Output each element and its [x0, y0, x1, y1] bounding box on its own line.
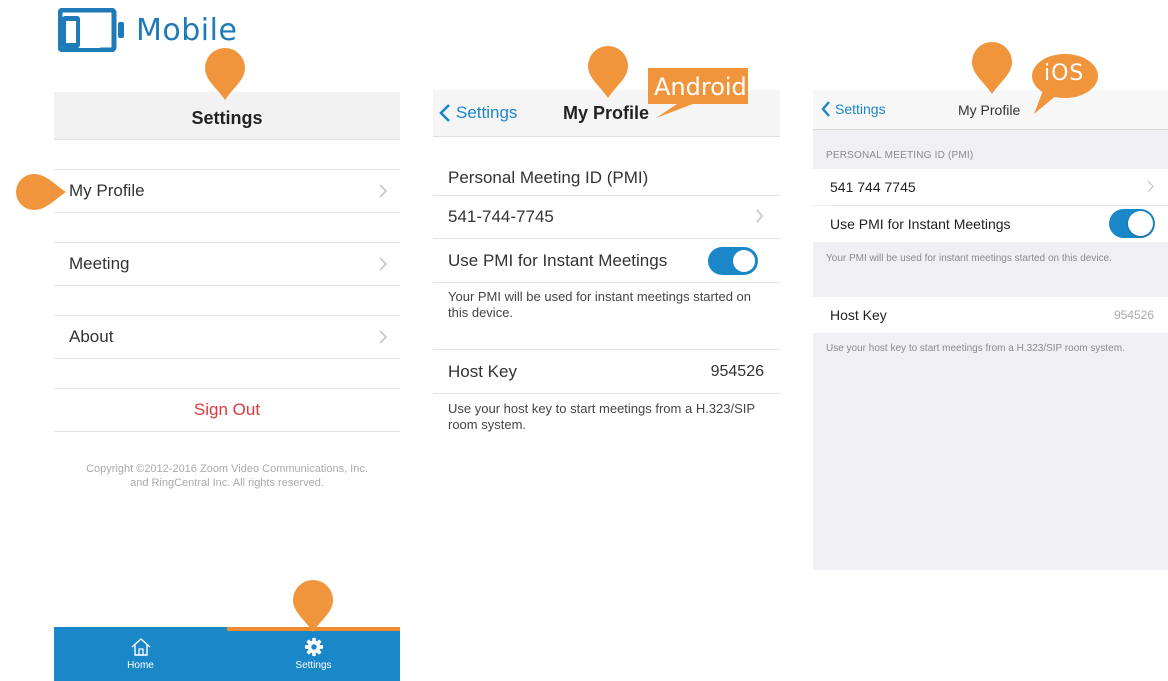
host-key-row: Host Key 954526	[813, 297, 1168, 333]
copyright-line: and RingCentral Inc. All rights reserved…	[130, 477, 324, 489]
copyright-line: Copyright ©2012-2016 Zoom Video Communic…	[86, 463, 368, 475]
host-key-label: Host Key	[448, 361, 517, 381]
settings-item-about[interactable]: About	[54, 315, 400, 359]
settings-item-my-profile[interactable]: My Profile	[54, 169, 400, 213]
page-title: Settings	[191, 108, 263, 128]
logo-title: Mobile	[136, 12, 238, 48]
tab-label: Home	[127, 660, 154, 671]
use-pmi-toggle[interactable]	[708, 247, 758, 275]
ios-nav-bar: Settings My Profile	[813, 90, 1168, 130]
settings-screen: Settings My Profile Meeting About Sign O…	[54, 92, 400, 681]
android-callout: Android	[646, 68, 750, 120]
use-pmi-label: Use PMI for Instant Meetings	[830, 216, 1011, 232]
chevron-right-icon	[379, 330, 388, 344]
toggle-knob	[1128, 211, 1153, 236]
back-button[interactable]: Settings	[439, 103, 517, 123]
pin-marker-settings-title	[205, 48, 245, 100]
android-callout-text: Android	[654, 73, 747, 101]
host-key-note: Use your host key to start meetings from…	[448, 401, 755, 432]
use-pmi-label: Use PMI for Instant Meetings	[448, 250, 668, 270]
pin-marker-ios-title	[972, 42, 1012, 94]
bottom-tab-bar: Home Settings	[54, 627, 400, 681]
host-key-value: 954526	[710, 363, 764, 380]
back-label: Settings	[835, 101, 886, 117]
gear-icon	[304, 637, 323, 657]
mobile-tablet-icon	[58, 8, 126, 52]
toggle-knob	[733, 250, 755, 272]
pmi-row[interactable]: 541 744 7745	[813, 169, 1168, 205]
pmi-label-text: Personal Meeting ID (PMI)	[448, 167, 649, 187]
android-profile-screen: Settings My Profile Personal Meeting ID …	[433, 90, 780, 450]
use-pmi-row: Use PMI for Instant Meetings	[813, 206, 1168, 242]
use-pmi-toggle[interactable]	[1109, 209, 1155, 238]
settings-item-label: About	[69, 327, 114, 346]
sign-out-button[interactable]: Sign Out	[54, 388, 400, 432]
page-title: My Profile	[563, 103, 650, 123]
pmi-value: 541-744-7745	[448, 206, 554, 226]
pmi-note: Your PMI will be used for instant meetin…	[448, 289, 752, 320]
back-button[interactable]: Settings	[821, 100, 886, 118]
ios-callout-text: iOS	[1044, 61, 1085, 86]
pmi-note: Your PMI will be used for instant meetin…	[826, 253, 1112, 264]
page-title: My Profile	[958, 102, 1021, 118]
pmi-value: 541 744 7745	[830, 179, 916, 195]
tab-home[interactable]: Home	[54, 633, 227, 681]
pin-marker-my-profile	[16, 174, 66, 210]
host-key-label: Host Key	[830, 307, 887, 323]
pin-marker-settings-tab	[293, 580, 333, 632]
settings-item-meeting[interactable]: Meeting	[54, 242, 400, 286]
chevron-right-icon	[379, 184, 388, 198]
section-divider	[433, 330, 780, 350]
use-pmi-row: Use PMI for Instant Meetings	[433, 239, 780, 283]
settings-item-label: Meeting	[69, 254, 130, 273]
chevron-right-icon	[1147, 180, 1154, 193]
settings-item-label: My Profile	[69, 181, 145, 200]
section-header-pmi: PERSONAL MEETING ID (PMI)	[826, 150, 974, 161]
tab-label: Settings	[295, 660, 332, 671]
chevron-left-icon	[439, 104, 450, 122]
back-label: Settings	[456, 103, 518, 122]
copyright-text: Copyright ©2012-2016 Zoom Video Communic…	[54, 462, 400, 490]
host-key-value: 954526	[1113, 308, 1154, 322]
chevron-right-icon	[756, 209, 763, 223]
home-icon	[131, 638, 150, 656]
host-key-note: Use your host key to start meetings from…	[826, 343, 1125, 354]
host-key-row: Host Key 954526	[433, 350, 780, 394]
pmi-label: Personal Meeting ID (PMI)	[433, 160, 780, 196]
ios-callout: iOS	[1030, 52, 1100, 118]
tab-settings[interactable]: Settings	[227, 633, 400, 681]
pmi-row[interactable]: 541-744-7745	[433, 195, 780, 239]
pin-marker-android-title	[588, 46, 628, 98]
chevron-left-icon	[821, 101, 830, 117]
sign-out-label: Sign Out	[193, 400, 261, 419]
ios-profile-screen: Settings My Profile PERSONAL MEETING ID …	[813, 90, 1168, 570]
chevron-right-icon	[379, 257, 388, 271]
